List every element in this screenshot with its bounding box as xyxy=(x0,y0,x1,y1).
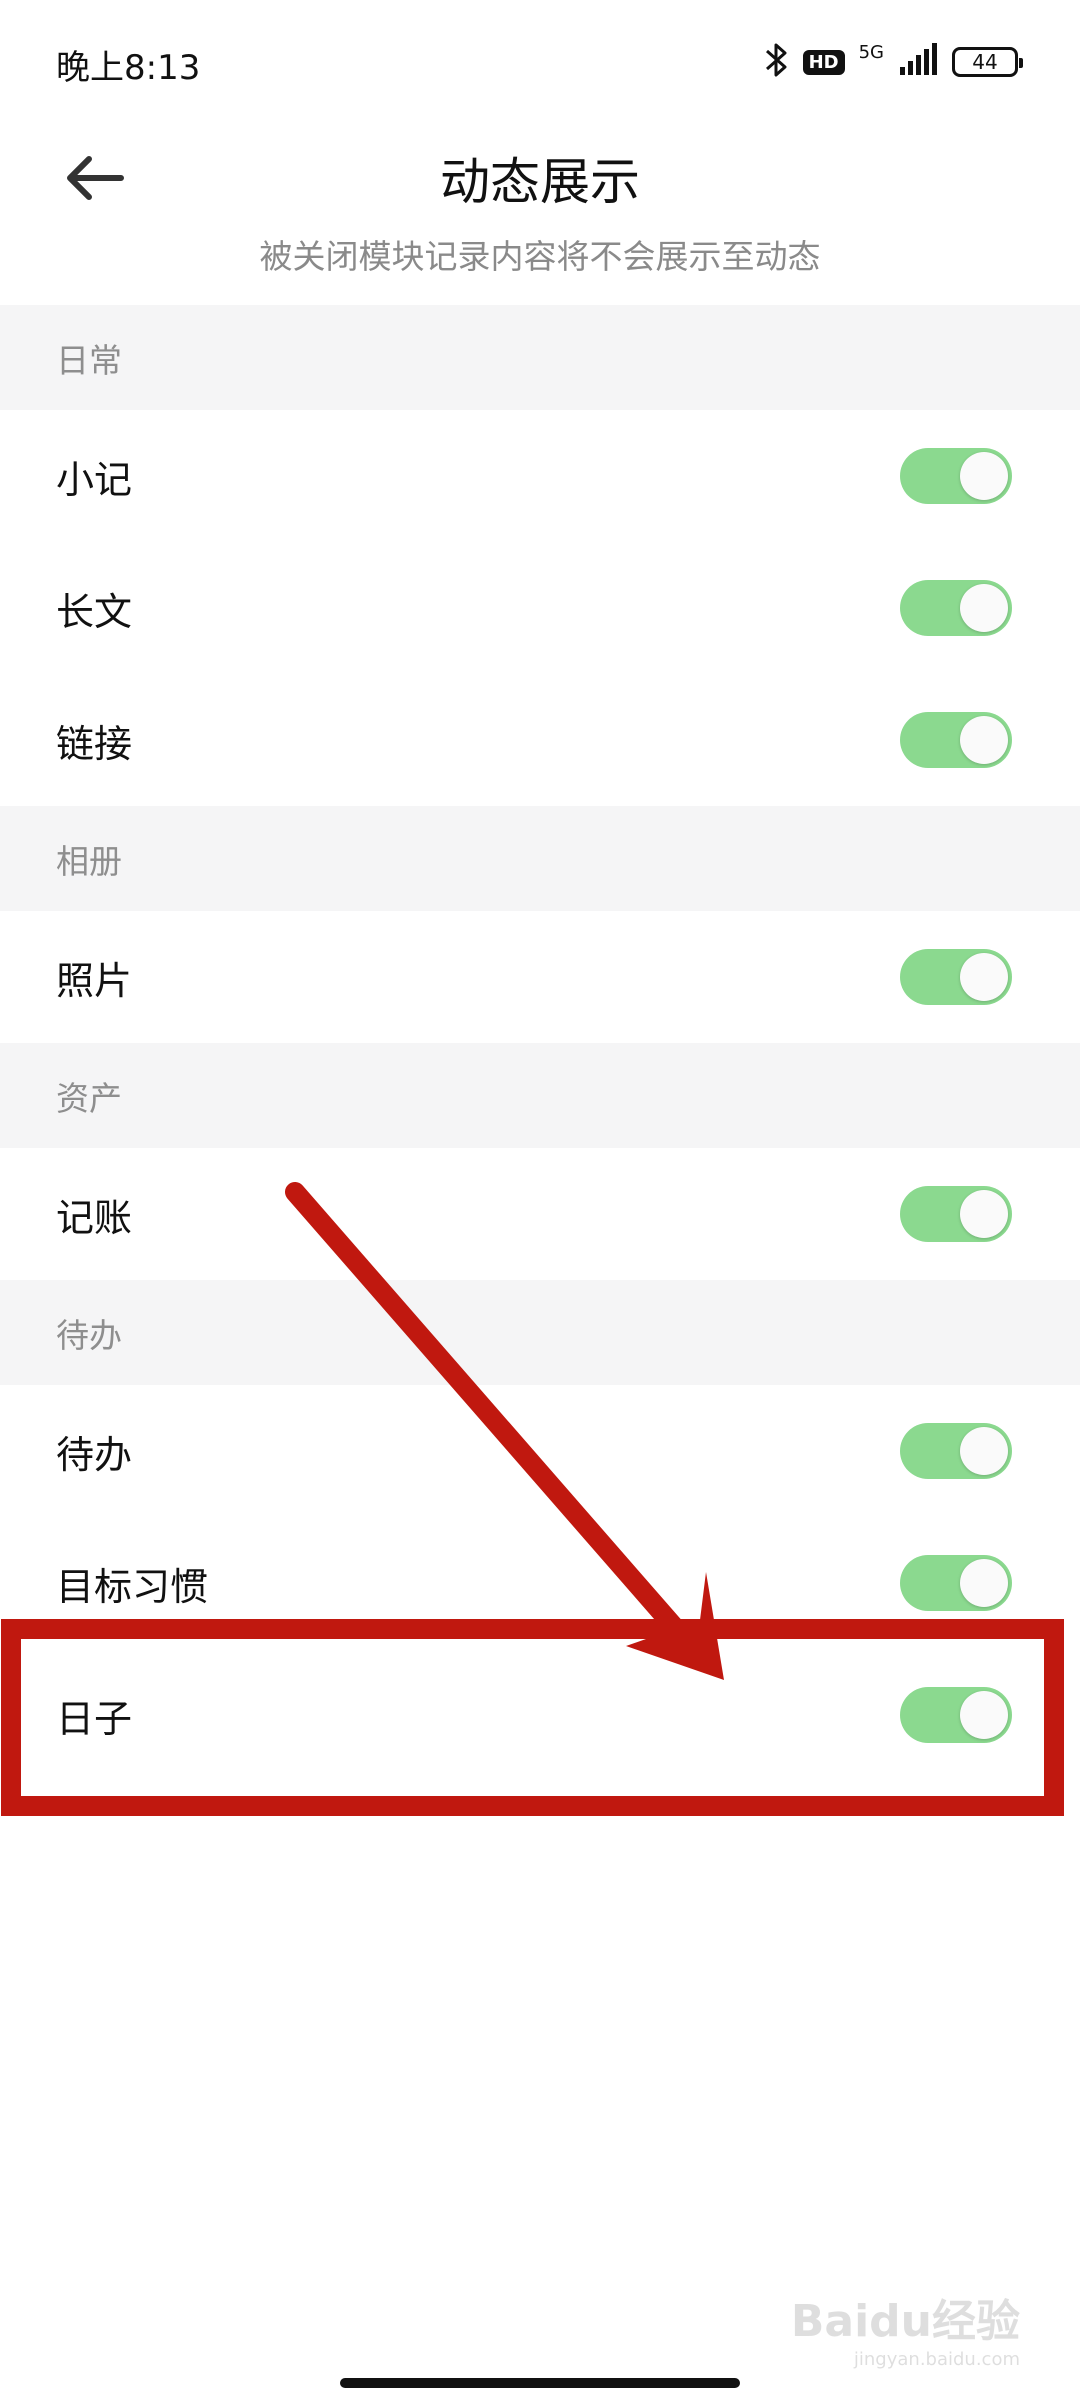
section-header-todo: 待办 xyxy=(0,1280,1080,1385)
page-title: 动态展示 xyxy=(440,153,640,211)
setting-row-days: 日子 xyxy=(0,1649,1080,1781)
section-header-assets: 资产 xyxy=(0,1043,1080,1148)
watermark-logo-text: Baidu经验 xyxy=(790,2296,1020,2347)
home-indicator[interactable] xyxy=(340,2378,740,2388)
network-type: 5G xyxy=(858,41,884,63)
toggle-knob xyxy=(960,716,1008,764)
toggle-knob xyxy=(960,584,1008,632)
toggle-knob xyxy=(960,953,1008,1001)
toggle-knob xyxy=(960,1691,1008,1739)
setting-row: 小记 xyxy=(0,410,1080,542)
setting-row: 待办 xyxy=(0,1385,1080,1517)
toggle-knob xyxy=(960,1427,1008,1475)
toggle-switch[interactable] xyxy=(900,1555,1012,1611)
setting-label: 目标习惯 xyxy=(56,1564,209,1609)
section-header-album: 相册 xyxy=(0,806,1080,911)
toggle-switch[interactable] xyxy=(900,1423,1012,1479)
hd-badge: HD xyxy=(802,49,845,75)
page-subtitle: 被关闭模块记录内容将不会展示至动态 xyxy=(259,237,821,276)
battery-icon: 44 xyxy=(952,47,1023,77)
toggle-switch[interactable] xyxy=(900,1186,1012,1242)
status-bar: 晚上8:13 HD 5G 44 xyxy=(0,0,1080,120)
setting-row: 目标习惯 xyxy=(0,1517,1080,1649)
setting-label: 小记 xyxy=(56,457,133,502)
toggle-switch[interactable] xyxy=(900,712,1012,768)
toggle-knob xyxy=(960,1559,1008,1607)
toggle-switch[interactable] xyxy=(900,1687,1012,1743)
setting-row: 长文 xyxy=(0,542,1080,674)
setting-label: 待办 xyxy=(56,1432,133,1477)
status-time: 晚上8:13 xyxy=(56,48,201,88)
watermark: Baidu经验 jingyan.baidu.com xyxy=(791,2285,1020,2370)
toggle-knob xyxy=(960,1190,1008,1238)
setting-row: 链接 xyxy=(0,674,1080,806)
setting-label: 长文 xyxy=(56,589,133,634)
settings-list: 日常 小记 长文 链接 相册 照片 资产 记账 待办 待办 目标习惯 日子 xyxy=(0,305,1080,1781)
setting-label: 链接 xyxy=(56,721,133,766)
setting-label: 日子 xyxy=(56,1696,133,1741)
setting-row: 照片 xyxy=(0,911,1080,1043)
header: 动态展示 被关闭模块记录内容将不会展示至动态 xyxy=(0,120,1080,305)
section-header-daily: 日常 xyxy=(0,305,1080,410)
toggle-switch[interactable] xyxy=(900,580,1012,636)
toggle-switch[interactable] xyxy=(900,949,1012,1005)
status-icons: HD 5G 44 xyxy=(763,40,1023,84)
setting-label: 记账 xyxy=(56,1195,133,1240)
watermark-url: jingyan.baidu.com xyxy=(853,2349,1020,2370)
toggle-switch[interactable] xyxy=(900,448,1012,504)
signal-icon xyxy=(898,43,938,81)
toggle-knob xyxy=(960,452,1008,500)
bluetooth-icon xyxy=(763,40,789,84)
setting-row: 记账 xyxy=(0,1148,1080,1280)
setting-label: 照片 xyxy=(56,958,133,1003)
